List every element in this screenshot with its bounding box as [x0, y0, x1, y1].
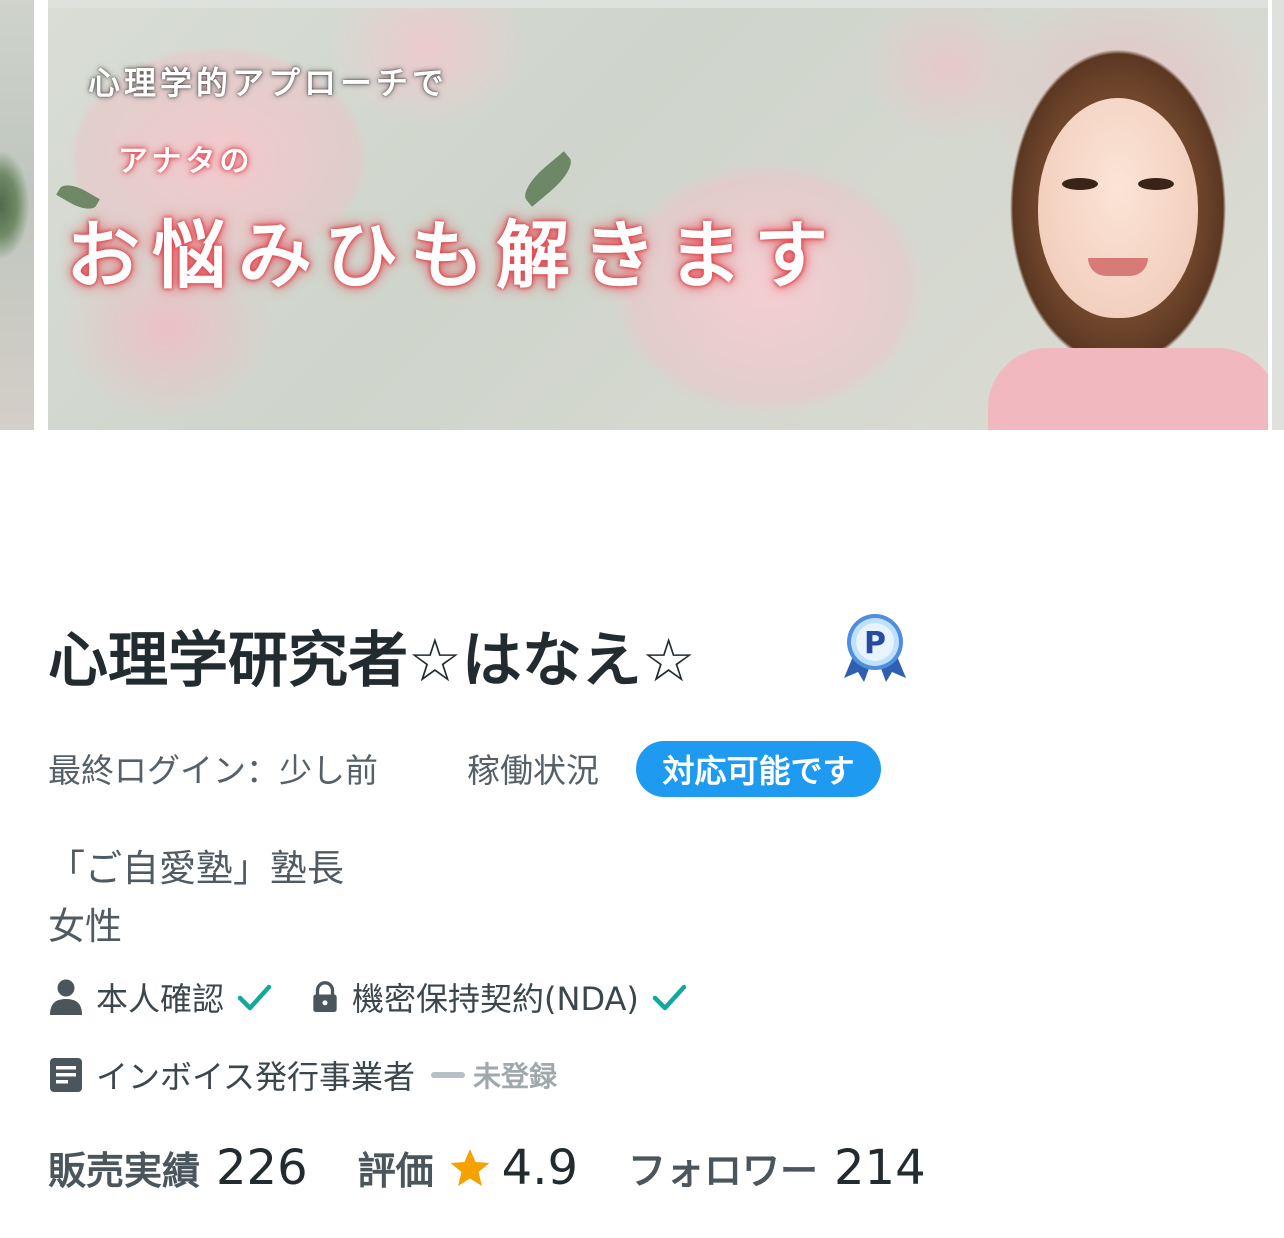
- check-icon: [237, 984, 272, 1011]
- followers-value[interactable]: 214: [834, 1140, 926, 1196]
- banner-divider: [1268, 0, 1272, 430]
- banner-image: 心理学的アプローチで アナタの お悩みひも解きます: [48, 8, 1268, 430]
- header-banner: 心理学的アプローチで アナタの お悩みひも解きます: [0, 0, 1284, 430]
- profile-stats: 販売実績 226 評価 4.9 フォロワー 214: [48, 1140, 976, 1202]
- invoice-status: 未登録: [473, 1060, 558, 1093]
- status-label: 稼働状況: [467, 751, 599, 790]
- bio-gender: 女性: [48, 905, 122, 948]
- profile-name: 心理学研究者☆はなえ☆: [48, 626, 696, 696]
- last-login: 最終ログイン：少し前: [48, 751, 378, 790]
- status-badge: 対応可能です: [636, 741, 881, 797]
- banner-subtitle: アナタの: [118, 144, 254, 179]
- identity-label: 本人確認: [96, 980, 225, 1018]
- invoice-label: インボイス発行事業者: [96, 1058, 416, 1096]
- document-icon: [50, 1058, 82, 1092]
- sales-value: 226: [216, 1140, 308, 1196]
- person-icon: [50, 979, 82, 1015]
- dash-icon: [431, 1072, 466, 1078]
- rating-label: 評価: [357, 1149, 434, 1193]
- followers-label[interactable]: フォロワー: [628, 1140, 818, 1195]
- sales-label: 販売実績: [48, 1149, 201, 1193]
- verification-row: 本人確認 機密保持契約(NDA): [48, 972, 689, 1022]
- banner-divider: [34, 0, 48, 430]
- banner-left-fragment: [0, 0, 34, 430]
- svg-text:P: P: [864, 626, 886, 661]
- status-badge-text: 対応可能です: [662, 752, 855, 790]
- identity-verified: 本人確認: [48, 974, 274, 1020]
- rating-value: 4.9: [501, 1140, 578, 1196]
- banner-headline: お悩みひも解きます: [66, 213, 840, 299]
- nda-verified: 機密保持契約(NDA): [310, 974, 689, 1020]
- nda-label: 機密保持契約(NDA): [352, 980, 639, 1018]
- banner-tagline: 心理学的アプローチで: [88, 64, 449, 102]
- portrait-image: [948, 8, 1268, 430]
- bio-title: 「ご自愛塾」塾長: [48, 847, 344, 890]
- invoice-row: インボイス発行事業者 未登録: [48, 1050, 557, 1100]
- star-icon: [450, 1149, 490, 1186]
- check-icon: [652, 984, 687, 1011]
- lock-icon: [313, 981, 337, 1012]
- pro-badge-icon[interactable]: P: [840, 612, 910, 682]
